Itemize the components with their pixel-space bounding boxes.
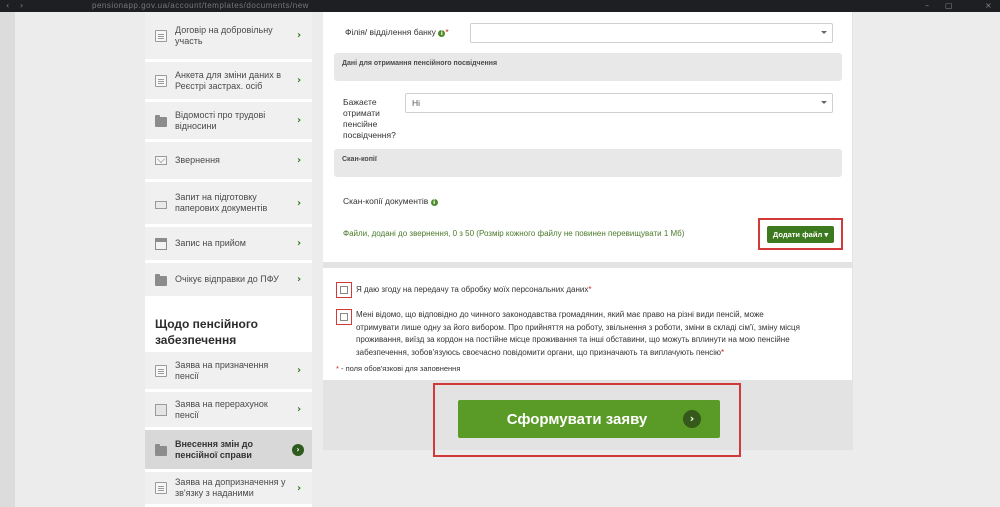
back-icon[interactable]: ‹	[6, 1, 9, 10]
sidebar-item-voluntary-contract[interactable]: Договір на добровільну участь ›	[145, 12, 312, 62]
chevron-right-icon: ›	[296, 238, 302, 249]
submit-application-button[interactable]: Сформувати заяву ›	[458, 400, 720, 438]
required-fields-note: * - поля обов'язкові для заповнення	[336, 364, 461, 373]
sidebar-item-label: Очікує відправки до ПФУ	[175, 274, 279, 284]
document-icon	[155, 482, 167, 494]
scans-label: Скан-копії документів i	[343, 196, 438, 207]
sidebar-item-label: Звернення	[175, 155, 220, 165]
chevron-right-icon: ›	[296, 482, 302, 494]
sidebar-item-label: Договір на добровільну участь	[175, 24, 273, 46]
chevron-right-icon: ›	[296, 155, 302, 166]
personal-data-consent-label: Я даю згоду на передачу та обробку моїх …	[356, 285, 592, 294]
sidebar-item-registry-form[interactable]: Анкета для зміни даних в Реєстрі застрах…	[145, 62, 312, 102]
document-icon	[155, 74, 167, 87]
folder-icon	[155, 443, 167, 456]
sidebar-item-label: Заява на допризначення у зв'язку з надан…	[175, 477, 286, 498]
page-edge	[0, 12, 15, 507]
browser-top-bar: ‹ › pensionapp.gov.ua/account/templates/…	[0, 0, 1000, 12]
address-bar[interactable]: pensionapp.gov.ua/account/templates/docu…	[92, 1, 309, 10]
printer-icon	[155, 200, 167, 209]
info-icon[interactable]: i	[430, 199, 438, 206]
chevron-right-icon: ›	[296, 30, 302, 41]
calendar-icon	[155, 237, 167, 250]
bank-branch-label: Філія/ відділення банку i *	[345, 27, 449, 37]
sidebar-item-paper-documents[interactable]: Запит на підготовку паперових документів…	[145, 182, 312, 227]
stack-icon	[155, 403, 167, 416]
chevron-right-icon: ›	[296, 274, 302, 285]
sidebar-item-pending-dispatch[interactable]: Очікує відправки до ПФУ ›	[145, 263, 312, 299]
sidebar-item-label: Заява на призначення пенсії	[175, 359, 269, 381]
mail-icon	[155, 156, 167, 165]
window-control-icon[interactable]: ▢	[945, 1, 953, 10]
certificate-section-header: Дані для отримання пенсійного посвідченн…	[334, 53, 842, 81]
add-file-button[interactable]: Додати файл ▾	[767, 226, 834, 243]
want-certificate-label: Бажаєте отримати пенсійне посвідчення?	[343, 97, 396, 140]
sidebar-item-label: Заява на перерахунок пенсії	[175, 398, 268, 420]
sidebar-item-label: Анкета для зміни даних в Реєстрі застрах…	[175, 69, 281, 91]
sidebar-item-appeals[interactable]: Звернення ›	[145, 142, 312, 182]
chevron-down-icon: ▾	[824, 230, 829, 239]
chevron-right-icon: ›	[296, 75, 302, 86]
document-icon	[155, 29, 167, 42]
chevron-right-icon: ›	[296, 115, 302, 126]
personal-data-consent-checkbox[interactable]	[336, 282, 352, 298]
chevron-right-icon: ›	[292, 443, 304, 456]
chevron-right-icon: ›	[296, 404, 302, 415]
awareness-consent-checkbox[interactable]	[336, 309, 352, 325]
chevron-down-icon	[821, 31, 827, 34]
document-icon	[155, 364, 167, 377]
files-count-note: Файли, додані до звернення, 0 з 50 (Розм…	[343, 229, 685, 238]
window-control-icon[interactable]: –	[925, 1, 929, 10]
chevron-right-icon: ›	[296, 365, 302, 376]
sidebar-item-pension-case-changes[interactable]: Внесення змін до пенсійної справи ›	[145, 430, 312, 472]
awareness-consent-label: Мені відомо, що відповідно до чинного за…	[356, 310, 800, 357]
sidebar-item-labor-relations[interactable]: Відомості про трудові відносини ›	[145, 102, 312, 142]
sidebar-item-label: Відомості про трудові відносини	[175, 109, 266, 131]
sidebar-item-appointment[interactable]: Запис на прийом ›	[145, 227, 312, 263]
sidebar-item-pension-recalculation[interactable]: Заява на перерахунок пенсії ›	[145, 392, 312, 430]
want-certificate-select[interactable]: Ні	[405, 93, 833, 113]
sidebar-section-heading: Щодо пенсійного забезпечення	[155, 317, 258, 347]
forward-icon[interactable]: ›	[20, 1, 23, 10]
folder-icon	[155, 273, 167, 286]
bank-branch-select[interactable]	[470, 23, 833, 43]
chevron-right-icon: ›	[296, 197, 302, 209]
folder-icon	[155, 114, 167, 127]
close-icon[interactable]: ×	[985, 1, 992, 10]
sidebar-item-label: Запис на прийом	[175, 238, 246, 248]
chevron-down-icon	[821, 101, 827, 104]
scans-section-header: Скан-копії	[334, 149, 842, 177]
arrow-right-icon: ›	[683, 410, 701, 428]
sidebar-item-pension-assignment[interactable]: Заява на призначення пенсії ›	[145, 352, 312, 392]
sidebar-item-additional-assignment[interactable]: Заява на допризначення у зв'язку з надан…	[145, 472, 312, 507]
sidebar-item-label: Запит на підготовку паперових документів	[175, 192, 268, 213]
sidebar-item-label: Внесення змін до пенсійної справи	[175, 438, 254, 460]
